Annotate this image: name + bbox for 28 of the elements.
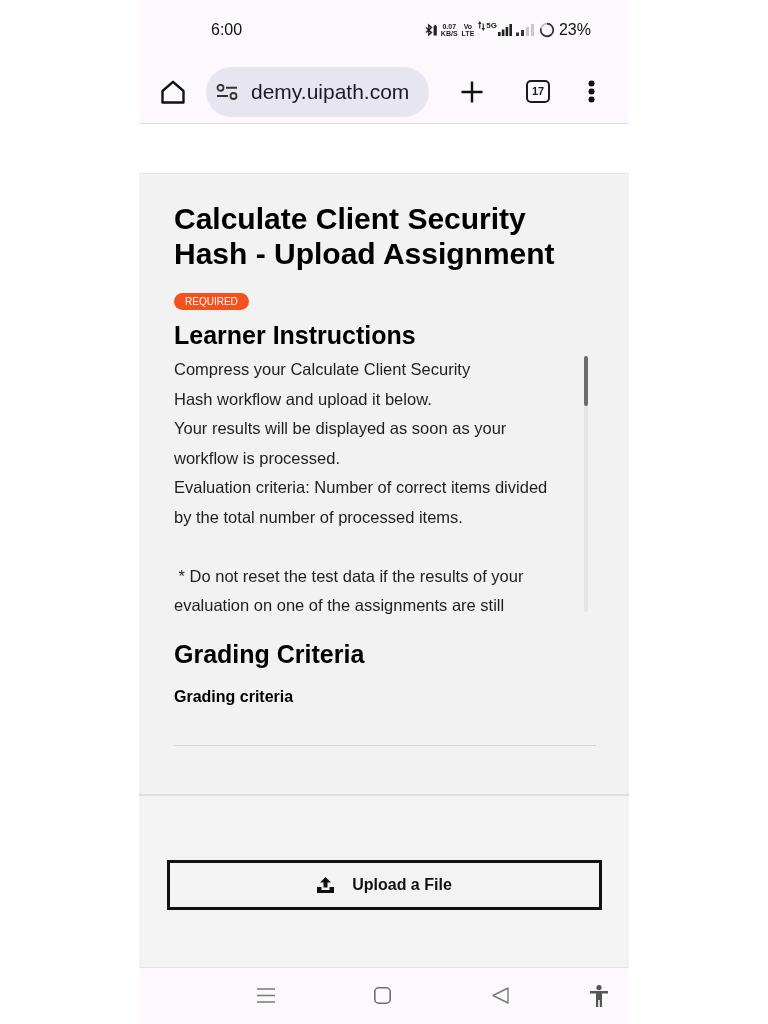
battery-percentage: 23% bbox=[558, 20, 591, 40]
assignment-title: Calculate Client Security Hash - Upload Assignment bbox=[174, 201, 556, 271]
back-icon[interactable] bbox=[492, 987, 509, 1004]
instructions-paragraph: Compress your Calculate Client Security Hash workflow and upload it below. Your results will be displayed as soon as your workflow is processed. Evaluation criteria: Number of correct items divided by the total number of processed items. bbox=[174, 359, 549, 528]
network-type: 5G bbox=[486, 22, 497, 30]
recent-apps-icon[interactable] bbox=[257, 988, 275, 1003]
site-settings-icon bbox=[216, 83, 238, 100]
address-bar[interactable]: demy.uipath.com bbox=[206, 66, 429, 117]
home-square-icon[interactable] bbox=[374, 987, 391, 1004]
instructions-paragraph: * Do not reset the test data if the results of your evaluation on one of the assignments are still bbox=[174, 565, 525, 615]
signal-bars-icon bbox=[515, 24, 535, 36]
battery-ring-icon bbox=[538, 22, 555, 38]
required-badge: REQUIRED bbox=[174, 293, 249, 310]
grading-criteria-text: Grading criteria bbox=[174, 687, 295, 707]
accessibility-icon[interactable] bbox=[590, 984, 608, 1007]
scrollbar-thumb[interactable] bbox=[584, 356, 588, 406]
more-menu-icon[interactable] bbox=[588, 80, 595, 103]
signal-bars-icon bbox=[497, 24, 512, 36]
bluetooth-battery-icon bbox=[424, 23, 437, 37]
grading-heading: Grading Criteria bbox=[174, 639, 366, 669]
up-down-arrows-icon bbox=[478, 21, 486, 31]
upload-icon bbox=[317, 877, 335, 893]
upload-file-button[interactable]: Upload a File bbox=[167, 860, 602, 910]
tab-switcher-button[interactable]: 17 bbox=[526, 80, 550, 103]
clock-time: 6:00 bbox=[211, 20, 243, 40]
new-tab-plus-icon[interactable] bbox=[460, 79, 484, 104]
instructions-heading: Learner Instructions bbox=[174, 320, 417, 350]
home-icon[interactable] bbox=[160, 78, 186, 105]
